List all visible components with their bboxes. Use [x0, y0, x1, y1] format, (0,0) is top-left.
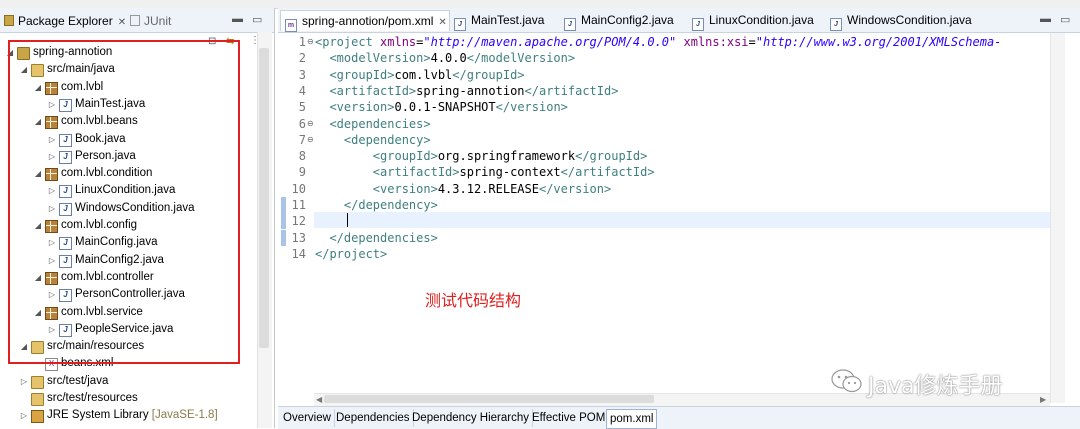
line-number: 11: [291, 198, 306, 212]
text-caret: [347, 213, 348, 227]
source-folder-icon: [31, 393, 44, 406]
line-number: 3: [298, 67, 306, 82]
line-number: 2: [298, 51, 306, 66]
line-number: 6: [298, 116, 306, 131]
code-line[interactable]: <version>0.0.1-SNAPSHOT</version>: [315, 99, 567, 115]
close-icon[interactable]: ✕: [438, 17, 446, 28]
code-line[interactable]: <project xmlns="http://maven.apache.org/…: [315, 34, 1001, 50]
tab-junit[interactable]: JUnit: [130, 12, 171, 30]
pom-editor-bottom-tabs: Overview Dependencies Dependency Hierarc…: [278, 406, 1080, 429]
tab-label: MainConfig2.java: [581, 13, 674, 27]
tab-pom-xml-source[interactable]: pom.xml: [606, 409, 658, 429]
editor-tabbar: m spring-annotion/pom.xml ✕ J MainTest.java…: [278, 8, 1080, 33]
package-explorer-icon: [4, 15, 14, 26]
tab-effective-pom[interactable]: Effective POM: [529, 409, 610, 427]
collapsed-arrow-icon[interactable]: ▷: [20, 407, 28, 424]
package-explorer-tabbar: Package Explorer ✕ JUnit ▬ ▭: [0, 8, 274, 33]
tab-label: Package Explorer: [18, 14, 113, 28]
line-number: 14: [291, 246, 306, 261]
java-file-icon: J: [830, 18, 842, 31]
code-line[interactable]: </dependencies>: [315, 230, 437, 246]
watermark-text: Java修炼手册: [868, 374, 1003, 399]
tree-item-label: src/test/java: [47, 374, 109, 387]
line-number: 10: [291, 181, 306, 196]
code-line[interactable]: <dependency>: [315, 132, 431, 148]
tab-label: WindowsCondition.java: [847, 13, 972, 27]
line-number: 7: [298, 132, 306, 147]
code-line[interactable]: <groupId>org.springframework</groupId>: [315, 148, 648, 164]
line-number: 1: [298, 35, 306, 49]
scroll-left-icon[interactable]: ◀: [316, 395, 322, 404]
tab-label: spring-annotion/pom.xml: [302, 14, 434, 28]
maximize-icon[interactable]: ▭: [252, 13, 262, 26]
annotation-text: 测试代码结构: [425, 291, 522, 310]
fold-icon[interactable]: ⊖: [307, 34, 314, 50]
tree-item-suffix: [JavaSE-1.8]: [148, 409, 218, 422]
current-line-highlight: [314, 212, 1050, 228]
minimize-icon[interactable]: ▬: [232, 13, 243, 25]
tab-maintest[interactable]: J MainTest.java: [450, 10, 545, 31]
tab-dependency-hierarchy[interactable]: Dependency Hierarchy: [409, 409, 533, 427]
tree-item-label: JRE System Library [JavaSE-1.8]: [47, 409, 218, 422]
code-line[interactable]: </dependency>: [315, 197, 438, 213]
close-icon[interactable]: ✕: [118, 17, 126, 28]
xml-file-icon: m: [285, 19, 297, 32]
java-file-icon: J: [692, 18, 704, 31]
collapsed-arrow-icon[interactable]: ▷: [20, 373, 28, 390]
code-line[interactable]: <groupId>com.lvbl</groupId>: [315, 67, 524, 83]
junit-icon: [130, 15, 140, 26]
line-number: 12: [291, 214, 306, 229]
wechat-icon: [831, 369, 862, 393]
code-line[interactable]: </project>: [315, 246, 387, 262]
maximize-icon[interactable]: ▭: [1060, 13, 1070, 26]
fold-icon[interactable]: ⊖: [307, 116, 314, 132]
tab-label: JUnit: [144, 14, 172, 28]
tab-overview[interactable]: Overview: [280, 409, 335, 427]
line-number: 5: [298, 100, 306, 115]
tab-windowscondition[interactable]: J WindowsCondition.java: [826, 10, 972, 31]
horizontal-scrollbar-thumb[interactable]: [324, 395, 654, 403]
code-line[interactable]: <dependencies>: [315, 116, 430, 132]
line-number: 8: [298, 149, 306, 164]
tab-package-explorer[interactable]: Package Explorer ✕: [4, 12, 126, 30]
tab-pom-xml[interactable]: m spring-annotion/pom.xml ✕: [280, 10, 450, 32]
tree-scrollbar-thumb[interactable]: [259, 48, 269, 348]
editor-vertical-scrollbar[interactable]: [1050, 33, 1065, 403]
tab-linuxcondition[interactable]: J LinuxCondition.java: [688, 10, 814, 31]
line-number: 9: [298, 165, 306, 180]
tab-label: LinuxCondition.java: [709, 13, 814, 27]
code-line[interactable]: <version>4.3.12.RELEASE</version>: [315, 181, 611, 197]
line-number: 13: [291, 230, 306, 245]
tab-label: MainTest.java: [471, 13, 545, 27]
tab-mainconfig2[interactable]: J MainConfig2.java: [560, 10, 674, 31]
library-icon: [31, 410, 44, 424]
fold-icon[interactable]: ⊖: [307, 132, 314, 148]
java-file-icon: J: [454, 18, 466, 31]
code-line[interactable]: <artifactId>spring-context</artifactId>: [315, 164, 655, 180]
scroll-right-icon[interactable]: ▶: [1040, 395, 1046, 404]
source-folder-icon: [31, 375, 44, 389]
code-line[interactable]: <modelVersion>4.0.0</modelVersion>: [315, 50, 575, 66]
code-line[interactable]: <artifactId>spring-annotion</artifactId>: [315, 83, 618, 99]
tab-dependencies[interactable]: Dependencies: [333, 409, 414, 427]
line-number: 4: [298, 83, 306, 98]
minimize-icon[interactable]: ▬: [1040, 13, 1051, 25]
java-file-icon: J: [564, 18, 576, 31]
tree-item-label: src/test/resources: [47, 392, 138, 404]
highlight-box: [8, 40, 240, 364]
